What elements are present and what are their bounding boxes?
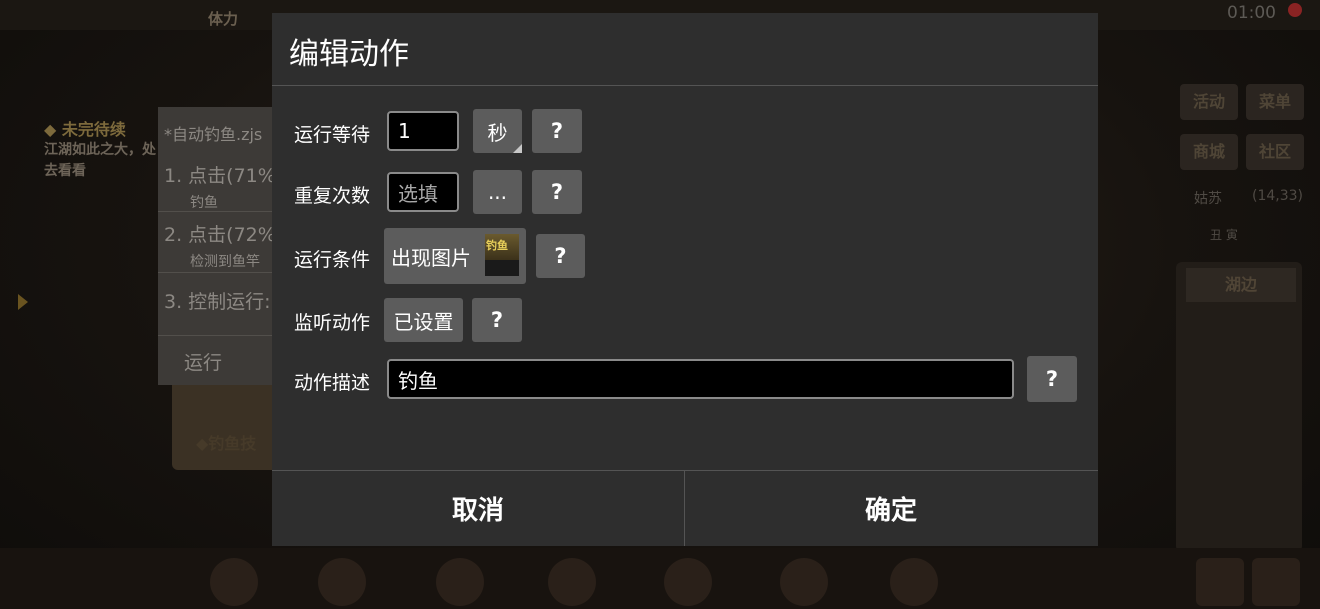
divider — [158, 272, 278, 273]
repeat-help-button[interactable]: ? — [532, 170, 582, 214]
toolbar-icon[interactable] — [210, 558, 258, 606]
location-name: 姑苏 — [1194, 191, 1222, 207]
divider — [158, 211, 278, 212]
listen-label: 监听动作 — [294, 312, 371, 334]
repeat-label: 重复次数 — [294, 185, 371, 207]
listen-action-button[interactable]: 已设置 — [384, 298, 463, 342]
stamina-label: 体力 — [208, 10, 239, 28]
script-step-1-desc: 钓鱼 — [190, 195, 218, 211]
quest-title: ◆ 未完待续 — [44, 120, 126, 139]
activity-button[interactable]: 活动 — [1180, 84, 1238, 120]
wait-help-button[interactable]: ? — [532, 109, 582, 153]
dialog-title: 编辑动作 — [289, 37, 409, 72]
script-step-1[interactable]: 1. 点击(71%, — [164, 161, 282, 188]
expand-arrow-icon — [18, 294, 28, 310]
condition-label: 运行条件 — [294, 249, 371, 271]
toolbar-icon[interactable] — [318, 558, 366, 606]
wait-unit-label: 秒 — [487, 120, 508, 145]
divider — [158, 335, 278, 336]
cancel-button[interactable]: 取消 — [272, 471, 684, 546]
location-coords: (14,33) — [1252, 188, 1304, 204]
condition-help-button[interactable]: ? — [536, 234, 585, 278]
script-step-3[interactable]: 3. 控制运行: — [164, 287, 271, 314]
description-input[interactable]: 钓鱼 — [387, 359, 1014, 399]
dropdown-corner-icon — [513, 144, 522, 153]
scroll-label: ◆钓鱼技 — [196, 434, 257, 453]
thumbnail-caption: 钓鱼 — [486, 239, 508, 252]
description-help-button[interactable]: ? — [1027, 356, 1077, 402]
clock-text: 01:00 — [1227, 3, 1276, 23]
wait-unit-selector[interactable]: 秒 — [473, 109, 522, 153]
toolbar-icon[interactable] — [1196, 558, 1244, 606]
description-label: 动作描述 — [294, 372, 371, 394]
quest-tracker: ◆ 未完待续 江湖如此之大，处去看看 — [44, 116, 164, 182]
lake-location-button[interactable]: 湖边 — [1186, 268, 1296, 302]
toolbar-icon[interactable] — [664, 558, 712, 606]
condition-value: 出现图片 — [391, 245, 471, 270]
listen-help-button[interactable]: ? — [472, 298, 522, 342]
repeat-more-button[interactable]: ... — [473, 170, 522, 214]
toolbar-icon[interactable] — [780, 558, 828, 606]
menu-button[interactable]: 菜单 — [1246, 84, 1304, 120]
toolbar-icon[interactable] — [548, 558, 596, 606]
community-button[interactable]: 社区 — [1246, 134, 1304, 170]
condition-selector[interactable]: 出现图片 钓鱼 — [384, 228, 526, 284]
time-of-day: 丑 寅 — [1210, 228, 1238, 242]
edit-action-dialog: 编辑动作 运行等待 1 秒 ? 重复次数 选填 ... ? 运行条件 出现图片 … — [272, 13, 1098, 546]
run-button[interactable]: 运行 — [184, 348, 222, 375]
repeat-input[interactable]: 选填 — [387, 172, 459, 212]
map-pane — [1176, 262, 1302, 552]
divider — [272, 85, 1098, 86]
toolbar-icon[interactable] — [436, 558, 484, 606]
wait-input[interactable]: 1 — [387, 111, 459, 151]
toolbar-icon[interactable] — [1252, 558, 1300, 606]
script-filename: *自动钓鱼.zjs — [164, 125, 263, 144]
script-step-2-desc: 检测到鱼竿 — [190, 254, 260, 270]
toolbar-icon[interactable] — [890, 558, 938, 606]
wait-label: 运行等待 — [294, 124, 371, 146]
shop-button[interactable]: 商城 — [1180, 134, 1238, 170]
script-panel: *自动钓鱼.zjs 1. 点击(71%, 钓鱼 2. 点击(72% 检测到鱼竿 … — [158, 107, 282, 385]
quest-description: 江湖如此之大，处去看看 — [44, 142, 156, 179]
confirm-button[interactable]: 确定 — [685, 471, 1097, 546]
bottom-toolbar — [0, 548, 1320, 609]
record-indicator-icon — [1288, 3, 1302, 17]
script-step-2[interactable]: 2. 点击(72% — [164, 220, 276, 247]
condition-image-thumbnail: 钓鱼 — [485, 234, 519, 276]
